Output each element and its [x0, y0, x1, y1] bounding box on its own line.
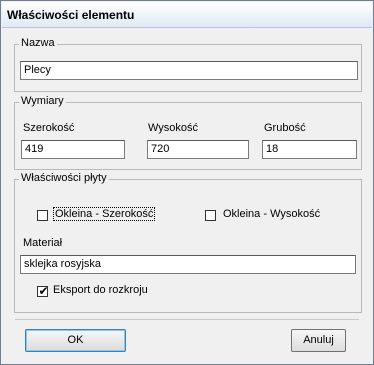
edge-width-checkbox[interactable] [37, 210, 48, 221]
board-properties-group-title: Właściwości płyty [19, 172, 109, 184]
cancel-button[interactable]: Anuluj [291, 329, 346, 352]
name-field[interactable]: Plecy [20, 61, 358, 80]
export-check-mark: ✔ [38, 284, 49, 298]
export-label: Eksport do rozkroju [53, 284, 148, 296]
dimensions-group-title: Wymiary [19, 95, 66, 107]
name-group-title: Nazwa [19, 37, 57, 49]
material-label: Materiał [23, 237, 63, 249]
title-bar[interactable]: Właściwości elementu [2, 2, 372, 28]
board-properties-group: Właściwości płyty Okleina - Szerokość Ok… [14, 172, 362, 313]
dialog-window: Właściwości elementu Nazwa Plecy Wymiary… [0, 0, 374, 365]
edge-width-label: Okleina - Szerokość [53, 207, 156, 221]
height-label: Wysokość [148, 122, 199, 134]
height-field[interactable]: 720 [147, 140, 249, 159]
ok-button[interactable]: OK [25, 329, 126, 352]
edge-height-checkbox[interactable] [205, 210, 216, 221]
thickness-label: Grubość [264, 122, 306, 134]
material-field[interactable]: sklejka rosyjska [20, 255, 356, 274]
thickness-field[interactable]: 18 [262, 140, 357, 159]
bottom-divider [15, 319, 359, 320]
dimensions-group: Wymiary Szerokość 419 Wysokość 720 Grubo… [14, 95, 362, 170]
export-checkbox[interactable]: ✔ [37, 284, 49, 298]
edge-height-label: Okleina - Wysokość [223, 208, 321, 220]
name-group: Nazwa Plecy [14, 37, 362, 92]
width-label: Szerokość [23, 122, 75, 134]
width-field[interactable]: 419 [21, 140, 125, 159]
window-title: Właściwości elementu [7, 8, 135, 22]
